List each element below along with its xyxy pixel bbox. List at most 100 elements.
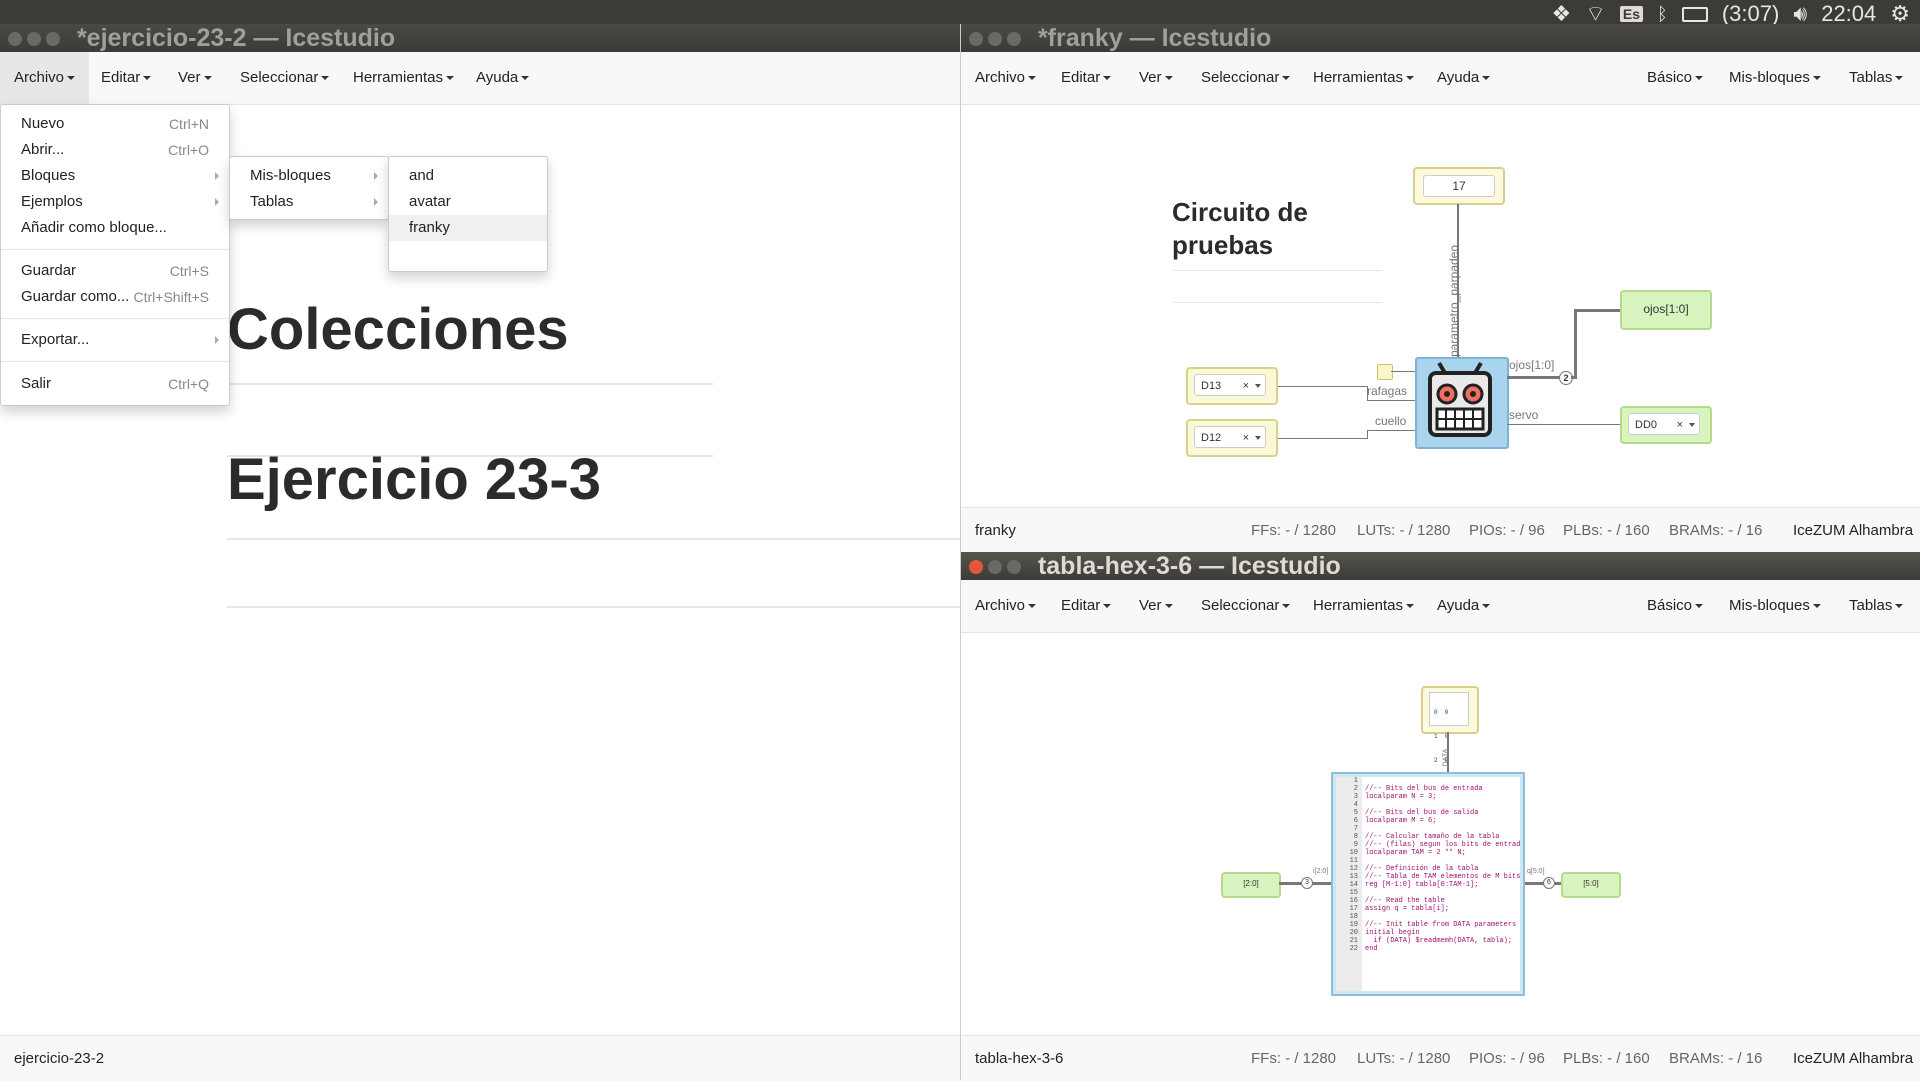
close-icon[interactable] <box>8 32 22 47</box>
menu-tablas[interactable]: Tablas <box>1849 580 1904 632</box>
menu-item-avatar[interactable]: avatar <box>389 189 547 215</box>
memory-table[interactable]: 0 0 1 0 2 0 3 0 <box>1429 692 1469 788</box>
param-label: parametro_parpadeo <box>1447 244 1461 358</box>
status-project-name: tabla-hex-3-6 <box>975 1050 1064 1067</box>
maximize-icon[interactable] <box>46 32 60 47</box>
port-rafagas: rafagas <box>1367 384 1408 398</box>
clear-icon[interactable]: × <box>1677 414 1683 436</box>
bluetooth-icon[interactable]: ᛒ <box>1657 4 1668 25</box>
chevron-down-icon[interactable] <box>1255 436 1261 440</box>
menu-editar[interactable]: Editar <box>1061 580 1112 632</box>
comment-circuito[interactable]: Circuito de pruebas <box>1172 196 1372 262</box>
menu-tablas[interactable]: Tablas <box>1849 52 1904 104</box>
menu-item-bloques[interactable]: Bloques <box>1 163 229 189</box>
clear-icon[interactable]: × <box>1243 375 1249 397</box>
status-brams: BRAMs: - / 16 <box>1669 522 1763 539</box>
menu-item-tablas[interactable]: Tablas <box>230 189 388 215</box>
output-block-dd0[interactable]: DD0 × <box>1620 406 1712 444</box>
menu-item-exportar[interactable]: Exportar... <box>1 327 229 353</box>
menu-item-anadir-bloque[interactable]: Añadir como bloque... <box>1 215 229 241</box>
menu-divider <box>1 361 229 362</box>
menu-ver[interactable]: Ver <box>1139 52 1173 104</box>
menu-archivo[interactable]: Archivo <box>975 52 1037 104</box>
menu-herramientas[interactable]: Herramientas <box>353 52 455 104</box>
menu-item-ejemplos[interactable]: Ejemplos <box>1 189 229 215</box>
franky-titlebar[interactable]: *franky — Icestudio <box>961 24 1920 52</box>
divider <box>227 538 960 540</box>
status-luts: LUTs: - / 1280 <box>1357 1050 1451 1067</box>
menu-mis-bloques[interactable]: Mis-bloques <box>1729 580 1821 632</box>
maximize-icon[interactable] <box>1007 560 1021 575</box>
battery-icon[interactable] <box>1681 6 1708 22</box>
menu-ayuda[interactable]: Ayuda <box>1437 52 1491 104</box>
menu-seleccionar[interactable]: Seleccionar <box>240 52 330 104</box>
menu-basico[interactable]: Básico <box>1647 580 1704 632</box>
minimize-icon[interactable] <box>27 32 41 47</box>
menu-seleccionar[interactable]: Seleccionar <box>1201 52 1291 104</box>
menu-ayuda[interactable]: Ayuda <box>1437 580 1491 632</box>
chevron-down-icon[interactable] <box>1689 423 1695 427</box>
status-ffs: FFs: - / 1280 <box>1251 1050 1337 1067</box>
menu-item-mis-bloques[interactable]: Mis-bloques <box>230 163 388 189</box>
input-block-d13[interactable]: D13 × <box>1186 367 1278 405</box>
menu-item-guardar[interactable]: Guardar Ctrl+S <box>1 258 229 284</box>
status-board[interactable]: IceZUM Alhambra <box>1793 508 1913 553</box>
minimize-icon[interactable] <box>988 560 1002 575</box>
input-block-d12[interactable]: D12 × <box>1186 419 1278 457</box>
code-editor[interactable]: //-- Bits del bus de entrada localparam … <box>1362 777 1520 991</box>
comment-colecciones[interactable]: Colecciones <box>227 296 569 363</box>
tabla-titlebar[interactable]: tabla-hex-3-6 — Icestudio <box>961 552 1920 580</box>
close-icon[interactable] <box>969 560 983 575</box>
mis-bloques-submenu: and avatar franky <box>388 156 548 272</box>
menu-editar[interactable]: Editar <box>1061 52 1112 104</box>
output-block-ojos[interactable]: ojos[1:0] <box>1620 290 1712 330</box>
menu-divider <box>1 249 229 250</box>
menu-seleccionar[interactable]: Seleccionar <box>1201 580 1291 632</box>
franky-window: *franky — Icestudio Archivo Editar Ver S… <box>960 24 1920 553</box>
menu-item-nuevo[interactable]: Nuevo Ctrl+N <box>1 111 229 137</box>
menu-ver[interactable]: Ver <box>178 52 212 104</box>
clear-icon[interactable]: × <box>1243 427 1249 449</box>
keyboard-indicator[interactable]: Es <box>1619 6 1644 22</box>
input-bus-width: 3 <box>1301 877 1313 889</box>
param-block[interactable]: 17 <box>1413 167 1505 205</box>
menu-archivo[interactable]: Archivo <box>0 52 90 104</box>
menu-mis-bloques[interactable]: Mis-bloques <box>1729 52 1821 104</box>
menu-herramientas[interactable]: Herramientas <box>1313 52 1415 104</box>
pin-select-d13[interactable]: D13 × <box>1194 374 1266 396</box>
port-cuello: cuello <box>1375 414 1407 428</box>
window-title: *franky — Icestudio <box>1037 24 1272 52</box>
memory-block[interactable]: 0 0 1 0 2 0 3 0 <box>1421 686 1479 788</box>
franky-block[interactable] <box>1415 357 1509 449</box>
comment-ejercicio[interactable]: Ejercicio 23-3 <box>227 446 601 513</box>
small-block[interactable] <box>1377 364 1393 380</box>
menu-item-guardar-como[interactable]: Guardar como... Ctrl+Shift+S <box>1 284 229 310</box>
param-value[interactable]: 17 <box>1423 175 1495 197</box>
menu-item-abrir[interactable]: Abrir... Ctrl+O <box>1 137 229 163</box>
window-title: *ejercicio-23-2 — Icestudio <box>76 24 396 52</box>
minimize-icon[interactable] <box>988 32 1002 47</box>
wire-bus <box>1507 376 1565 379</box>
status-board[interactable]: IceZUM Alhambra <box>1793 1036 1913 1081</box>
menu-archivo[interactable]: Archivo <box>975 580 1037 632</box>
menu-item-salir[interactable]: Salir Ctrl+Q <box>1 371 229 397</box>
chevron-down-icon[interactable] <box>1255 384 1261 388</box>
menu-herramientas[interactable]: Herramientas <box>1313 580 1415 632</box>
code-block[interactable]: 1 2 3 4 5 6 7 8 9 10 11 12 13 14 15 16 1… <box>1331 772 1525 996</box>
menu-ver[interactable]: Ver <box>1139 580 1173 632</box>
close-icon[interactable] <box>969 32 983 47</box>
maximize-icon[interactable] <box>1007 32 1021 47</box>
menu-item-franky[interactable]: franky <box>389 215 547 241</box>
left-window-titlebar[interactable]: *ejercicio-23-2 — Icestudio <box>0 24 960 52</box>
menu-basico[interactable]: Básico <box>1647 52 1704 104</box>
menu-item-and[interactable]: and <box>389 163 547 189</box>
franky-menubar: Archivo Editar Ver Seleccionar Herramien… <box>961 52 1920 105</box>
pin-select-d12[interactable]: D12 × <box>1194 426 1266 448</box>
window-title: tabla-hex-3-6 — Icestudio <box>1037 552 1341 580</box>
menu-ayuda[interactable]: Ayuda <box>476 52 530 104</box>
input-bus-block[interactable]: [2:0] <box>1221 872 1281 898</box>
bloques-submenu: Mis-bloques Tablas <box>229 156 389 220</box>
menu-editar[interactable]: Editar <box>101 52 152 104</box>
output-bus-block[interactable]: [5:0] <box>1561 872 1621 898</box>
pin-select-dd0[interactable]: DD0 × <box>1628 413 1700 435</box>
